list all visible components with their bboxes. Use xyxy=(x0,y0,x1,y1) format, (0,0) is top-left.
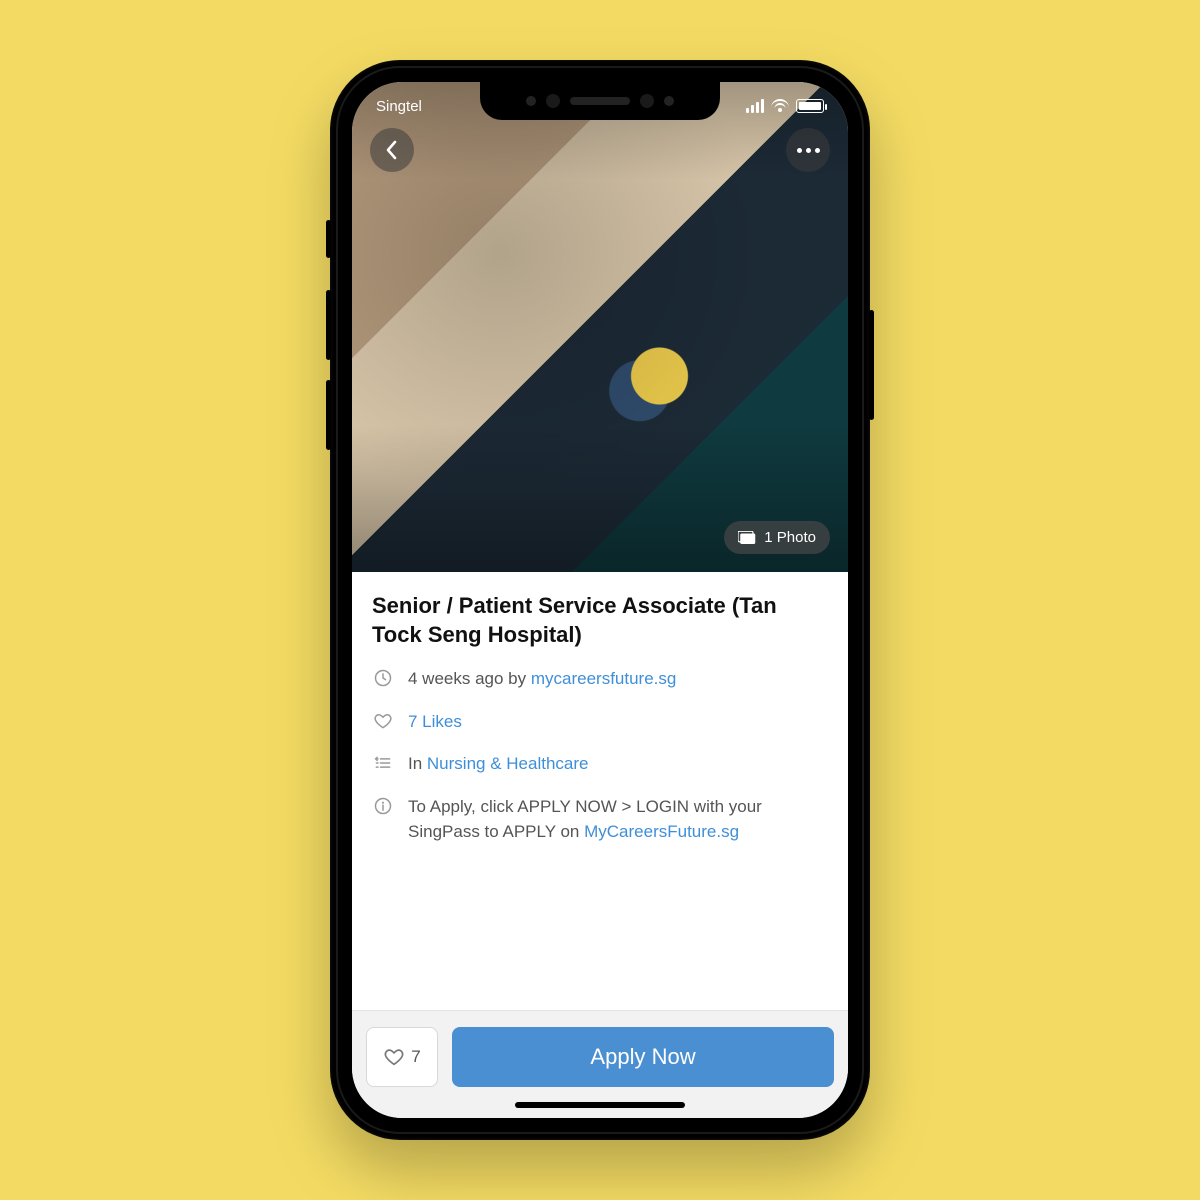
apply-now-label: Apply Now xyxy=(590,1044,695,1070)
more-button[interactable] xyxy=(786,128,830,172)
phone-frame: Singtel 1 Photo xyxy=(330,60,870,1140)
home-indicator[interactable] xyxy=(515,1102,685,1108)
list-icon xyxy=(372,752,394,774)
clock-icon xyxy=(372,667,394,689)
heart-icon xyxy=(372,710,394,732)
hero-image: Singtel 1 Photo xyxy=(352,82,848,572)
posted-age-text: 4 weeks ago by xyxy=(408,669,531,688)
job-detail: Senior / Patient Service Associate (Tan … xyxy=(352,572,848,1010)
like-count: 7 xyxy=(411,1047,420,1067)
likes-count-link[interactable]: 7 Likes xyxy=(408,712,462,731)
phone-silence-switch xyxy=(326,220,331,258)
photo-count-text: 1 Photo xyxy=(764,529,816,546)
back-button[interactable] xyxy=(370,128,414,172)
posted-source-link[interactable]: mycareersfuture.sg xyxy=(531,669,677,688)
phone-volume-up xyxy=(326,290,331,360)
phone-volume-down xyxy=(326,380,331,450)
info-link[interactable]: MyCareersFuture.sg xyxy=(584,822,739,841)
bottom-bar: 7 Apply Now xyxy=(352,1010,848,1118)
battery-icon xyxy=(796,99,824,113)
heart-outline-icon xyxy=(383,1046,405,1068)
photo-count-badge[interactable]: 1 Photo xyxy=(724,521,830,554)
info-row: To Apply, click APPLY NOW > LOGIN with y… xyxy=(372,795,828,844)
category-prefix: In xyxy=(408,754,427,773)
carrier-label: Singtel xyxy=(376,98,422,115)
posted-row: 4 weeks ago by mycareersfuture.sg xyxy=(372,667,828,692)
wifi-icon xyxy=(771,99,789,113)
likes-row[interactable]: 7 Likes xyxy=(372,710,828,735)
signal-bars-icon xyxy=(746,99,764,113)
like-button[interactable]: 7 xyxy=(366,1027,438,1087)
photos-icon xyxy=(738,531,756,545)
category-row: In Nursing & Healthcare xyxy=(372,752,828,777)
info-icon xyxy=(372,795,394,817)
more-icon xyxy=(797,148,820,153)
notch xyxy=(480,82,720,120)
job-title: Senior / Patient Service Associate (Tan … xyxy=(372,592,828,649)
screen: Singtel 1 Photo xyxy=(352,82,848,1118)
chevron-left-icon xyxy=(384,140,400,160)
phone-power-button xyxy=(869,310,874,420)
category-link[interactable]: Nursing & Healthcare xyxy=(427,754,589,773)
apply-now-button[interactable]: Apply Now xyxy=(452,1027,834,1087)
